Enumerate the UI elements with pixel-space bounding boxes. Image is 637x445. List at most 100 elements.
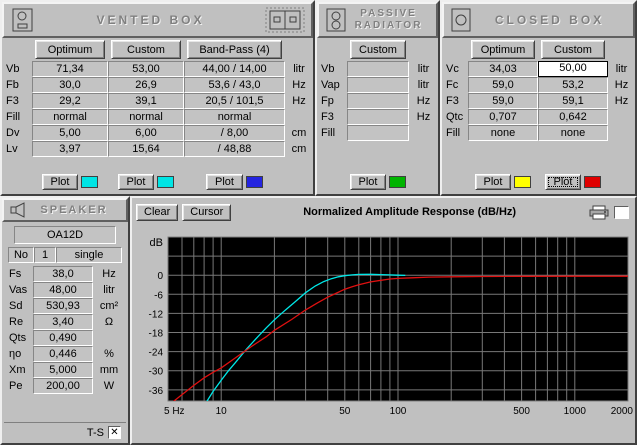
plot-color-swatch bbox=[389, 176, 407, 188]
row-label: Lv bbox=[6, 143, 18, 155]
value-cell[interactable]: / 8,00 bbox=[184, 125, 285, 141]
vented-bandpass-plot-button[interactable]: Plot bbox=[206, 174, 243, 190]
cursor-button[interactable]: Cursor bbox=[182, 203, 232, 221]
value-cell[interactable]: 34,03 bbox=[468, 61, 538, 77]
value-cell[interactable]: 5,000 bbox=[33, 362, 93, 378]
value-cell[interactable]: none bbox=[538, 125, 608, 141]
value-cell[interactable]: 200,00 bbox=[33, 378, 93, 394]
clear-button[interactable]: Clear bbox=[136, 203, 179, 221]
value-cell[interactable]: 6,00 bbox=[108, 125, 184, 141]
value-cell[interactable] bbox=[347, 109, 409, 125]
unit-label bbox=[409, 125, 438, 141]
closed-custom-button[interactable]: Custom bbox=[541, 40, 605, 59]
value-cell[interactable]: 44,00 / 14,00 bbox=[184, 61, 285, 77]
table-row: Dv 5,00 6,00 / 8,00 cm bbox=[2, 125, 313, 141]
table-row: ηo 0,446 % bbox=[2, 346, 128, 362]
row-label: Vb bbox=[321, 63, 335, 75]
value-cell[interactable]: 71,34 bbox=[32, 61, 108, 77]
value-cell[interactable]: 0,707 bbox=[468, 109, 538, 125]
value-cell[interactable]: 15,64 bbox=[108, 141, 184, 157]
value-cell[interactable]: none bbox=[468, 125, 538, 141]
value-cell[interactable]: 59,0 bbox=[468, 93, 538, 109]
svg-text:50: 50 bbox=[339, 406, 351, 417]
value-cell[interactable]: 0,490 bbox=[33, 330, 93, 346]
vented-optimum-plot-button[interactable]: Plot bbox=[41, 174, 79, 190]
speaker-number-row: No 1 single bbox=[8, 247, 122, 263]
svg-text:-30: -30 bbox=[149, 367, 164, 378]
vented-box-icon bbox=[10, 7, 36, 33]
value-cell[interactable] bbox=[347, 125, 409, 141]
vented-bandpass-button[interactable]: Band-Pass (4) bbox=[187, 40, 282, 59]
value-cell[interactable]: 39,1 bbox=[108, 93, 184, 109]
value-cell[interactable]: 3,40 bbox=[33, 314, 93, 330]
passive-plot-button[interactable]: Plot bbox=[349, 174, 387, 190]
passive-custom-button[interactable]: Custom bbox=[350, 40, 406, 59]
printer-icon[interactable] bbox=[588, 205, 610, 220]
svg-text:10: 10 bbox=[216, 406, 228, 417]
value-cell[interactable]: normal bbox=[108, 109, 184, 125]
plot-color-swatch bbox=[157, 176, 175, 188]
table-row: Fc 59,0 53,2 Hz bbox=[442, 77, 635, 93]
value-cell[interactable]: 20,5 / 101,5 bbox=[184, 93, 285, 109]
vented-optimum-button[interactable]: Optimum bbox=[35, 40, 105, 59]
value-cell[interactable]: 26,9 bbox=[108, 77, 184, 93]
table-row: Fill bbox=[317, 125, 438, 141]
speaker-model[interactable]: OA12D bbox=[14, 226, 116, 244]
value-cell[interactable]: 3,97 bbox=[32, 141, 108, 157]
value-cell[interactable] bbox=[347, 77, 409, 93]
table-row: F3 59,0 59,1 Hz bbox=[442, 93, 635, 109]
value-cell[interactable]: 53,2 bbox=[538, 77, 608, 93]
response-plot[interactable]: dB 0 -6 -12 -18 -24 -30 -365 Hz 10 50 100 500 1000 20… bbox=[138, 235, 637, 421]
no-value-cell[interactable]: 1 bbox=[34, 247, 56, 263]
value-cell[interactable]: / 48,88 bbox=[184, 141, 285, 157]
value-cell[interactable]: 53,6 / 43,0 bbox=[184, 77, 285, 93]
value-cell[interactable] bbox=[347, 93, 409, 109]
unit-label: Hz bbox=[102, 268, 116, 280]
table-row: Vb litr bbox=[317, 61, 438, 77]
value-cell[interactable]: 48,00 bbox=[33, 282, 93, 298]
value-cell[interactable]: 50,00 bbox=[538, 61, 608, 77]
unit-label: cm bbox=[291, 127, 307, 139]
unit-label: Hz bbox=[416, 111, 431, 123]
value-cell[interactable]: 59,0 bbox=[468, 77, 538, 93]
chart-panel: Clear Cursor Normalized Amplitude Respon… bbox=[130, 196, 637, 445]
passive-radiator-panel: PASSIVE RADIATOR Custom Vb litr Vap litr… bbox=[315, 0, 440, 196]
white-indicator-box[interactable] bbox=[614, 205, 629, 219]
bandpass-box-icon[interactable] bbox=[265, 7, 305, 33]
closed-optimum-button[interactable]: Optimum bbox=[471, 40, 535, 59]
value-cell[interactable]: 5,00 bbox=[32, 125, 108, 141]
svg-text:-18: -18 bbox=[149, 329, 164, 340]
table-row: Qts 0,490 bbox=[2, 330, 128, 346]
value-cell[interactable]: 38,0 bbox=[33, 266, 93, 282]
table-row: Pe 200,00 W bbox=[2, 378, 128, 394]
closed-optimum-plot-button[interactable]: Plot bbox=[474, 174, 512, 190]
unit-label: W bbox=[103, 380, 115, 392]
vented-custom-button[interactable]: Custom bbox=[111, 40, 181, 59]
row-label: ηo bbox=[9, 348, 22, 360]
wiring-cell[interactable]: single bbox=[56, 247, 122, 263]
value-cell[interactable]: 0,446 bbox=[33, 346, 93, 362]
vented-box-table: Optimum Custom Band-Pass (4) Vb 71,34 53… bbox=[2, 38, 313, 194]
row-label: Vas bbox=[9, 284, 28, 296]
value-cell[interactable] bbox=[347, 61, 409, 77]
value-cell[interactable]: normal bbox=[32, 109, 108, 125]
value-cell[interactable]: 29,2 bbox=[32, 93, 108, 109]
unit-label: litr bbox=[417, 63, 430, 75]
passive-radiator-title: PASSIVE RADIATOR bbox=[354, 8, 423, 31]
value-cell[interactable]: normal bbox=[184, 109, 285, 125]
closed-plot-row: Plot Plot bbox=[442, 173, 635, 191]
value-cell[interactable]: 30,0 bbox=[32, 77, 108, 93]
value-cell[interactable]: 59,1 bbox=[538, 93, 608, 109]
svg-text:1000: 1000 bbox=[564, 406, 587, 417]
vented-custom-plot-button[interactable]: Plot bbox=[117, 174, 155, 190]
unit-label: Ω bbox=[104, 316, 114, 328]
value-cell[interactable]: 0,642 bbox=[538, 109, 608, 125]
speaker-panel: SPEAKER OA12D No 1 single Fs 38,0 Hz Vas… bbox=[0, 196, 130, 445]
table-row: Fill normal normal normal bbox=[2, 109, 313, 125]
value-cell[interactable]: 53,00 bbox=[108, 61, 184, 77]
unit-label: Hz bbox=[292, 95, 306, 107]
value-cell[interactable]: 530,93 bbox=[33, 298, 93, 314]
ts-checkbox[interactable]: ✕ bbox=[108, 426, 121, 439]
closed-custom-plot-button[interactable]: Plot bbox=[544, 174, 582, 190]
svg-text:-6: -6 bbox=[154, 290, 163, 301]
